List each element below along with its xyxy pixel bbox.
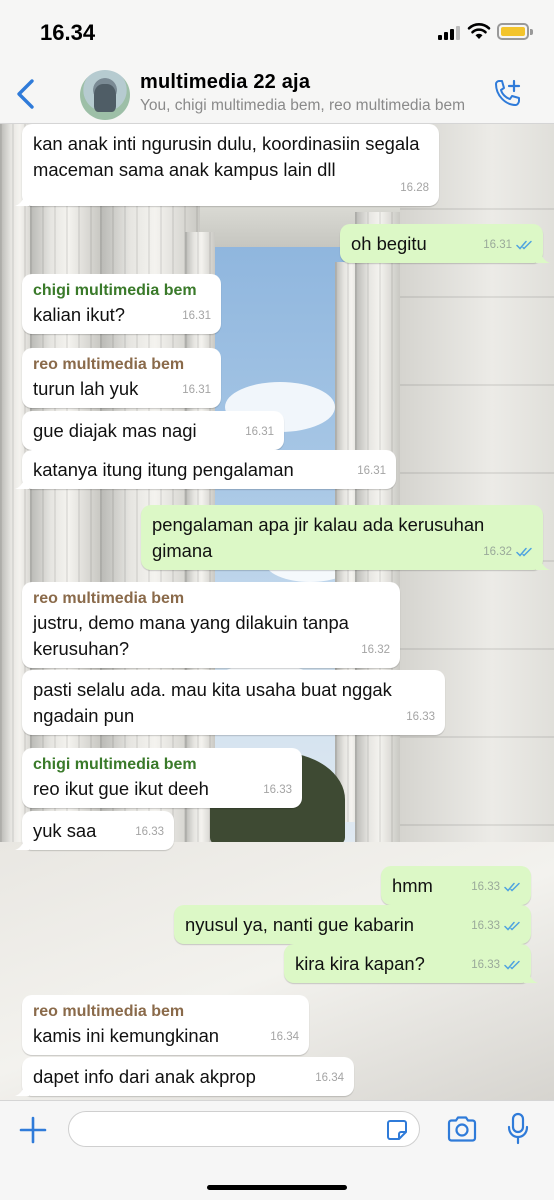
message-text: pengalaman apa jir kalau ada kerusuhan g… xyxy=(152,514,485,561)
group-avatar[interactable] xyxy=(80,70,130,120)
incoming-message[interactable]: reo multimedia bem kamis ini kemungkinan… xyxy=(22,995,309,1055)
message-text: nyusul ya, nanti gue kabarin xyxy=(185,914,415,935)
chat-participants[interactable]: You, chigi multimedia bem, reo multimedi… xyxy=(140,97,480,115)
message-time: 16.34 xyxy=(315,1072,344,1084)
message-text: reo ikut gue ikut deeh xyxy=(33,778,209,799)
incoming-message[interactable]: kan anak inti ngurusin dulu, koordinasii… xyxy=(15,124,439,206)
message-meta: 16.33 xyxy=(263,777,292,803)
cellular-signal-icon xyxy=(438,26,460,40)
incoming-message[interactable]: reo multimedia bem justru, demo mana yan… xyxy=(22,582,400,668)
message-meta: 16.31 xyxy=(357,458,386,484)
message-time: 16.33 xyxy=(471,959,500,971)
bubble-tail xyxy=(524,969,538,983)
read-ticks-icon xyxy=(516,240,532,250)
chevron-left-icon[interactable] xyxy=(14,78,38,110)
sender-name: chigi multimedia bem xyxy=(33,756,197,773)
bubble-tail xyxy=(15,475,29,489)
bubble-tail xyxy=(536,556,550,570)
message-meta: 16.31 xyxy=(182,303,211,329)
message-meta: 16.31 xyxy=(245,419,274,445)
message-text: oh begitu xyxy=(351,233,427,254)
message-meta: 16.33 xyxy=(471,913,521,939)
message-time: 16.33 xyxy=(135,826,164,838)
read-ticks-icon xyxy=(504,921,520,931)
incoming-message[interactable]: katanya itung itung pengalaman 16.31 xyxy=(15,450,396,489)
message-text: pasti selalu ada. mau kita usaha buat ng… xyxy=(33,679,392,726)
message-text: kamis ini kemungkinan xyxy=(33,1025,220,1046)
incoming-message[interactable]: chigi multimedia bem kalian ikut? 16.31 xyxy=(22,274,221,334)
bubble-tail xyxy=(536,249,550,263)
message-text: kan anak inti ngurusin dulu, koordinasii… xyxy=(33,133,420,180)
microphone-icon[interactable] xyxy=(506,1112,530,1146)
message-text: hmm xyxy=(392,875,433,896)
message-time: 16.31 xyxy=(357,465,386,477)
message-text: yuk saa xyxy=(33,820,97,841)
incoming-message[interactable]: yuk saa 16.33 xyxy=(15,811,174,850)
battery-icon xyxy=(497,23,533,40)
sender-name: reo multimedia bem xyxy=(33,590,185,607)
message-meta: 16.32 xyxy=(361,637,390,663)
plus-icon[interactable] xyxy=(18,1115,48,1145)
message-time: 16.33 xyxy=(471,881,500,893)
message-text: justru, demo mana yang dilakuin tanpa ke… xyxy=(33,612,349,659)
wifi-icon xyxy=(467,23,491,39)
read-ticks-icon xyxy=(504,882,520,892)
incoming-message[interactable]: pasti selalu ada. mau kita usaha buat ng… xyxy=(22,670,445,735)
outgoing-message[interactable]: hmm 16.33 xyxy=(381,866,531,905)
bubble-tail xyxy=(15,836,29,850)
message-time: 16.31 xyxy=(182,384,211,396)
outgoing-message[interactable]: pengalaman apa jir kalau ada kerusuhan g… xyxy=(141,505,550,570)
compose-bar xyxy=(0,1100,554,1200)
message-text: dapet info dari anak akprop xyxy=(33,1066,256,1087)
message-time: 16.32 xyxy=(361,644,390,656)
message-meta: 16.34 xyxy=(270,1024,299,1050)
message-time: 16.34 xyxy=(270,1031,299,1043)
phone-plus-icon[interactable] xyxy=(490,78,524,112)
message-meta: 16.31 xyxy=(483,232,533,258)
message-time: 16.28 xyxy=(400,182,429,194)
outgoing-message[interactable]: oh begitu 16.31 xyxy=(340,224,550,263)
message-meta: 16.33 xyxy=(135,819,164,845)
chat-title[interactable]: multimedia 22 aja xyxy=(140,71,310,94)
incoming-message[interactable]: gue diajak mas nagi 16.31 xyxy=(22,411,284,450)
message-input[interactable] xyxy=(68,1111,420,1147)
message-meta: 16.32 xyxy=(483,539,533,565)
bubble-tail xyxy=(15,1082,29,1096)
chat-header: 16.34 multimedia 22 aja You, chigi multi… xyxy=(0,0,554,124)
sender-name: reo multimedia bem xyxy=(33,1003,185,1020)
home-indicator xyxy=(207,1185,347,1190)
outgoing-message[interactable]: nyusul ya, nanti gue kabarin 16.33 xyxy=(174,905,531,944)
message-text: gue diajak mas nagi xyxy=(33,420,197,441)
message-time: 16.33 xyxy=(406,711,435,723)
sender-name: chigi multimedia bem xyxy=(33,282,197,299)
message-time: 16.32 xyxy=(483,546,512,558)
message-meta: 16.33 xyxy=(471,874,521,900)
message-time: 16.31 xyxy=(245,426,274,438)
sender-name: reo multimedia bem xyxy=(33,356,185,373)
message-meta: 16.34 xyxy=(315,1065,344,1091)
message-time: 16.33 xyxy=(263,784,292,796)
message-text: katanya itung itung pengalaman xyxy=(33,459,294,480)
incoming-message[interactable]: dapet info dari anak akprop 16.34 xyxy=(15,1057,354,1096)
sticker-icon[interactable] xyxy=(385,1118,409,1142)
message-meta: 16.28 xyxy=(400,175,429,201)
message-time: 16.31 xyxy=(182,310,211,322)
message-time: 16.31 xyxy=(483,239,512,251)
message-time: 16.33 xyxy=(471,920,500,932)
read-ticks-icon xyxy=(504,960,520,970)
bubble-tail xyxy=(15,192,29,206)
incoming-message[interactable]: reo multimedia bem turun lah yuk 16.31 xyxy=(22,348,221,408)
message-text: kalian ikut? xyxy=(33,304,126,325)
message-meta: 16.33 xyxy=(406,704,435,730)
status-time: 16.34 xyxy=(40,20,96,45)
outgoing-message[interactable]: kira kira kapan? 16.33 xyxy=(284,944,538,983)
message-meta: 16.33 xyxy=(471,952,521,978)
read-ticks-icon xyxy=(516,547,532,557)
message-text: turun lah yuk xyxy=(33,378,139,399)
incoming-message[interactable]: chigi multimedia bem reo ikut gue ikut d… xyxy=(22,748,302,808)
message-text: kira kira kapan? xyxy=(295,953,425,974)
message-meta: 16.31 xyxy=(182,377,211,403)
camera-icon[interactable] xyxy=(446,1115,478,1143)
